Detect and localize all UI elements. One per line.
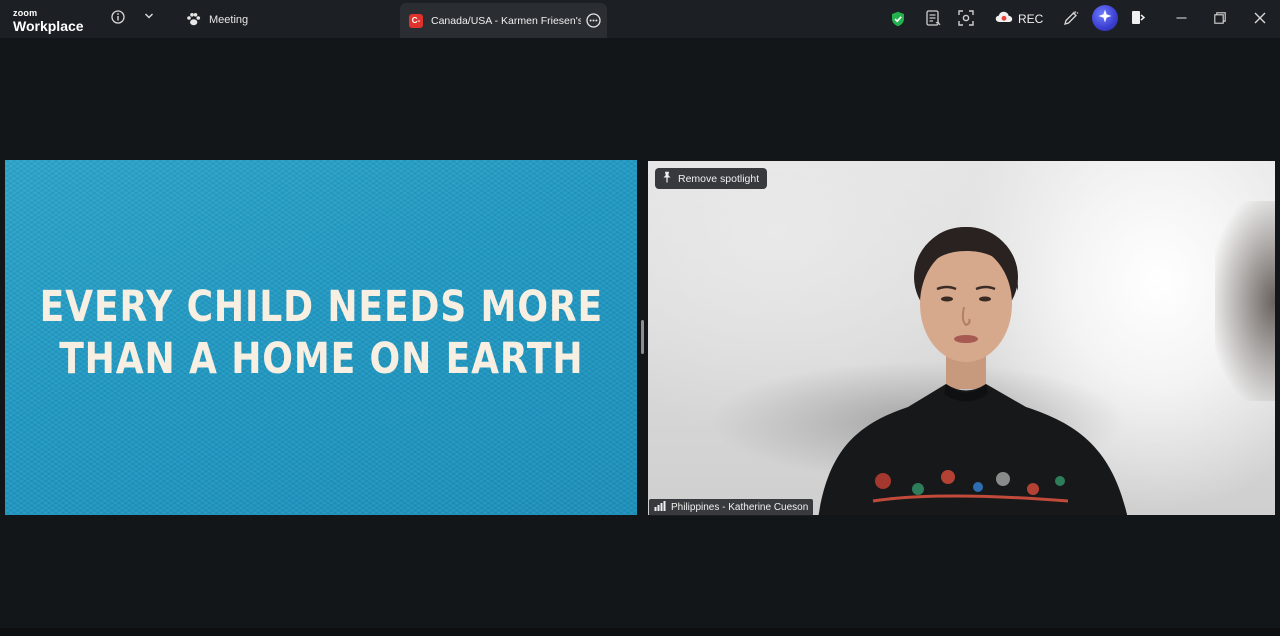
background-door xyxy=(1215,201,1275,401)
share-tab-title: Canada/USA - Karmen Friesen's screen xyxy=(431,14,581,27)
shield-check-icon[interactable] xyxy=(891,11,905,27)
title-bar: zoom Workplace Meeting C- Canada/USA - K… xyxy=(0,0,1280,38)
meeting-tab[interactable]: Meeting xyxy=(186,11,248,29)
brand-bottom: Workplace xyxy=(13,18,84,34)
record-label: REC xyxy=(1018,11,1044,26)
bottom-toolbar-edge xyxy=(0,628,1280,636)
chevron-down-icon[interactable] xyxy=(144,12,154,20)
whiteboard-pen-icon[interactable] xyxy=(1063,10,1079,26)
shared-screen-text: EVERY CHILD NEEDS MORE THAN A HOME ON EA… xyxy=(39,281,602,385)
remove-spotlight-button[interactable]: Remove spotlight xyxy=(655,168,768,189)
more-options-icon[interactable] xyxy=(586,13,601,28)
info-icon[interactable] xyxy=(111,10,125,24)
cloud-record-icon xyxy=(995,11,1013,26)
close-icon[interactable] xyxy=(1254,12,1266,24)
shared-line-1: EVERY CHILD NEEDS MORE xyxy=(39,282,603,332)
app-logo: zoom Workplace xyxy=(13,8,84,34)
notes-icon[interactable] xyxy=(926,10,941,27)
pin-icon xyxy=(662,171,672,186)
ai-companion-button[interactable] xyxy=(1092,5,1118,31)
meeting-tab-label: Meeting xyxy=(209,14,249,26)
share-badge: C- xyxy=(409,13,423,28)
brand-top: zoom xyxy=(13,8,38,18)
shared-screen[interactable]: EVERY CHILD NEEDS MORE THAN A HOME ON EA… xyxy=(5,160,637,515)
signal-bars-icon xyxy=(654,501,666,514)
leave-icon[interactable] xyxy=(1131,10,1146,25)
participant-name-tag: Philippines - Katherine Cueson xyxy=(649,499,814,516)
screen-share-tab[interactable]: C- Canada/USA - Karmen Friesen's screen xyxy=(400,3,607,38)
meeting-stage: EVERY CHILD NEEDS MORE THAN A HOME ON EA… xyxy=(0,38,1280,628)
apps-icon[interactable] xyxy=(958,10,974,26)
participant-figure xyxy=(818,227,1128,515)
ai-companion-icon xyxy=(1098,9,1112,28)
participant-video[interactable] xyxy=(648,161,1275,515)
record-button[interactable]: REC xyxy=(995,11,1043,26)
split-resize-handle[interactable] xyxy=(641,320,644,354)
remove-spotlight-label: Remove spotlight xyxy=(678,172,760,185)
participant-name: Philippines - Katherine Cueson xyxy=(671,502,809,513)
restore-icon[interactable] xyxy=(1214,12,1226,24)
minimize-icon[interactable] xyxy=(1176,12,1187,23)
participants-paw-icon xyxy=(186,12,201,29)
shared-line-2: THAN A HOME ON EARTH xyxy=(58,334,584,384)
